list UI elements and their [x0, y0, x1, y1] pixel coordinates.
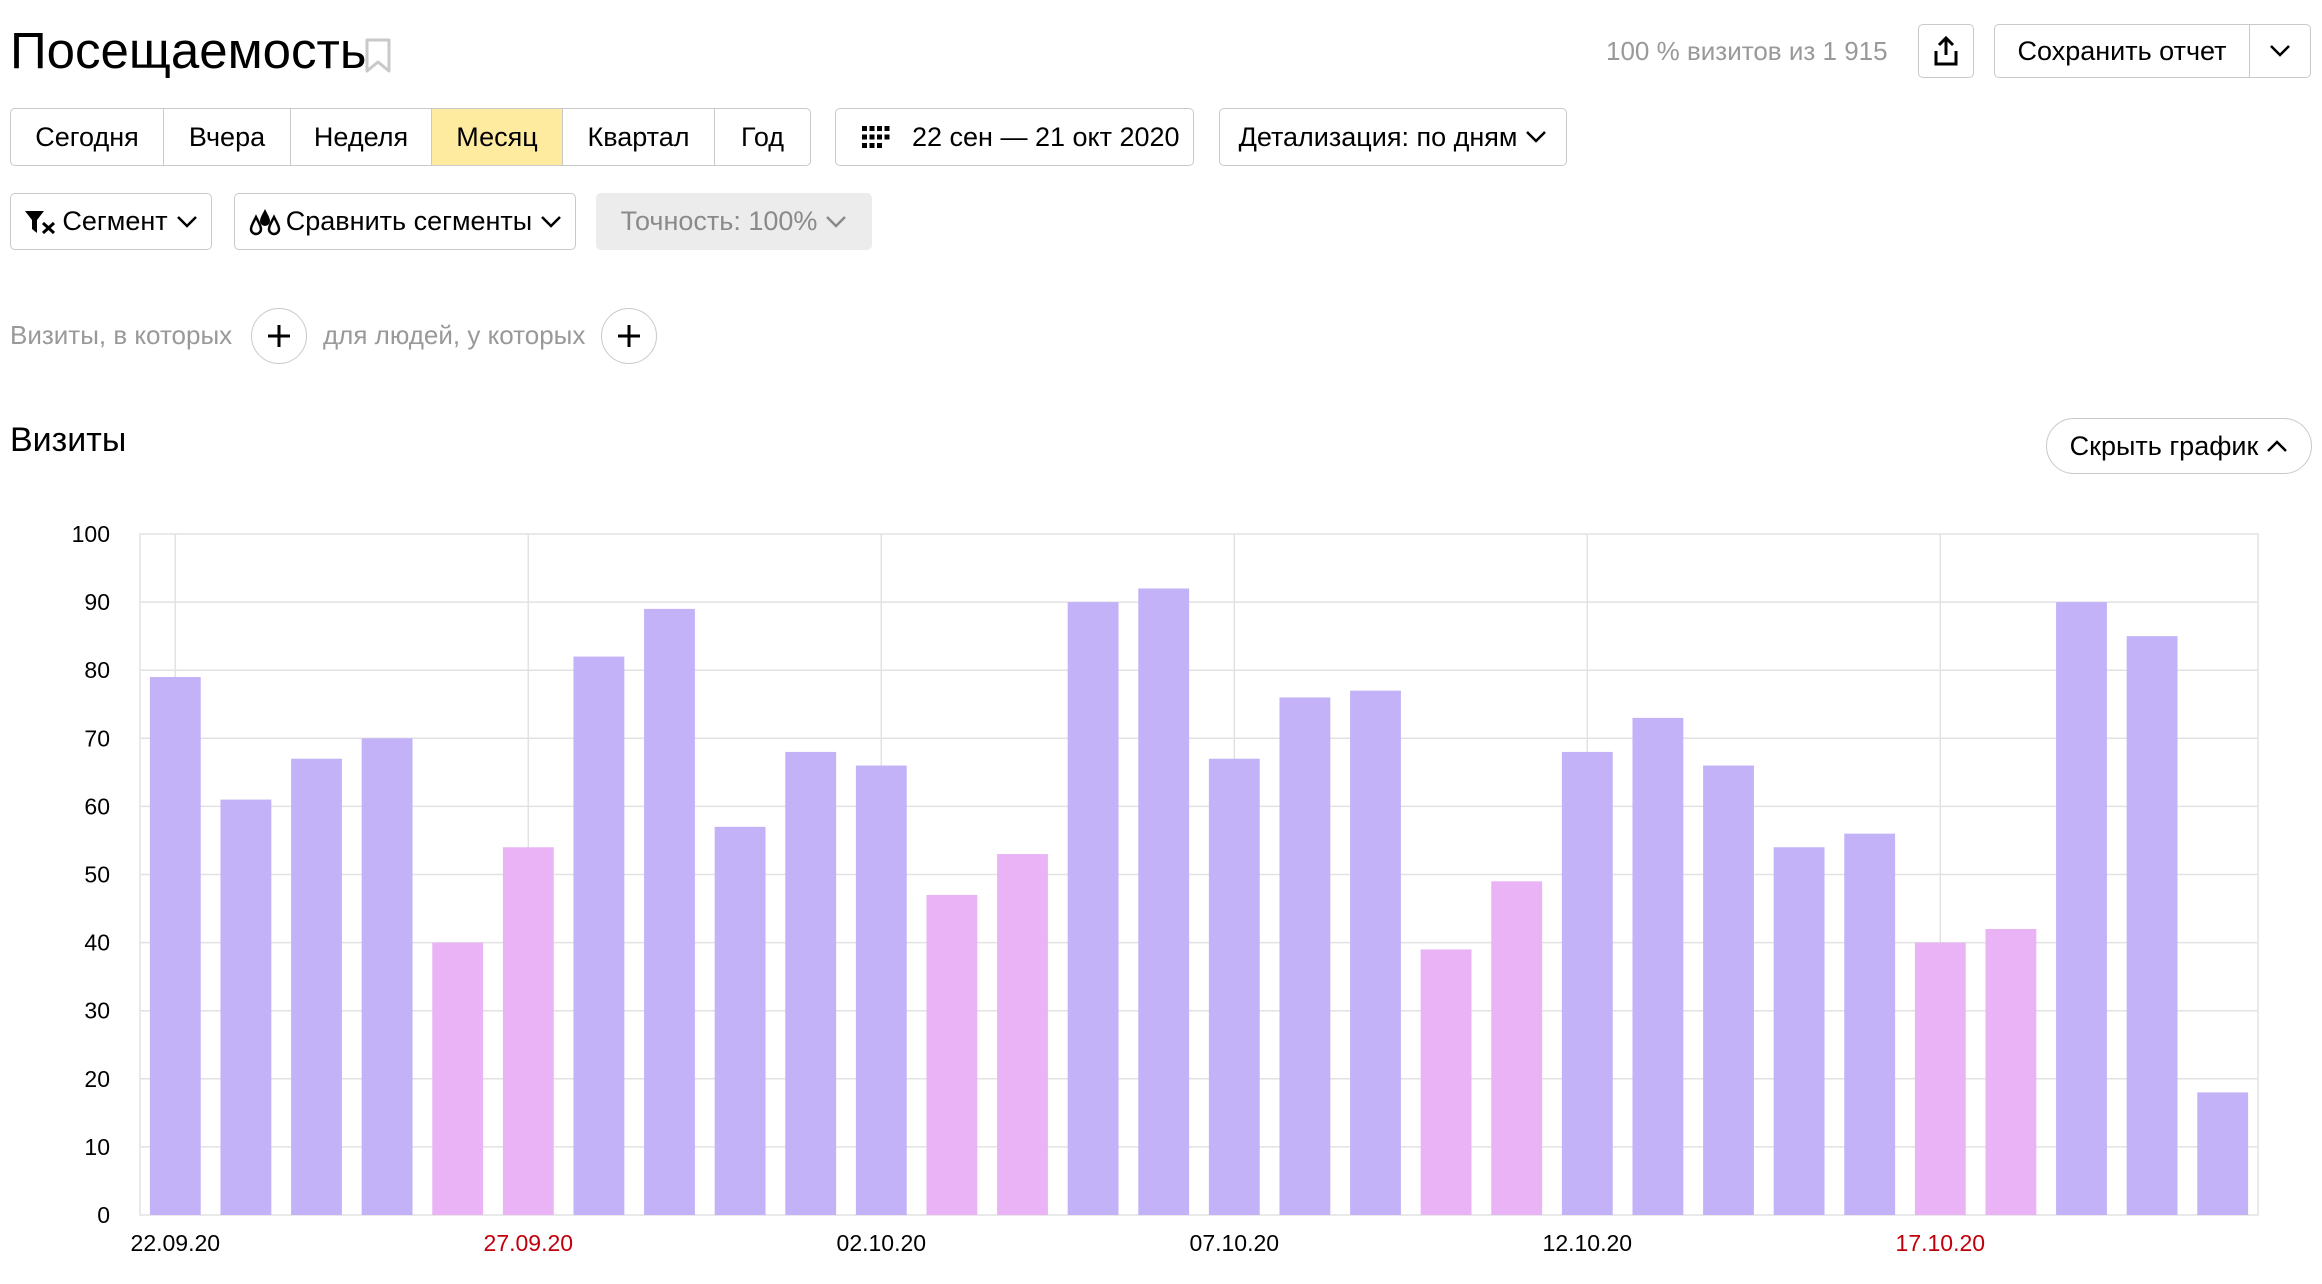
x-tick-label: 02.10.20	[837, 1230, 927, 1256]
compare-segments-dropdown[interactable]: Сравнить сегменты	[234, 193, 576, 250]
compare-drops-icon	[249, 208, 281, 235]
bar	[644, 608, 695, 1215]
bar	[1491, 881, 1543, 1215]
chevron-down-icon	[541, 215, 562, 228]
period-yesterday[interactable]: Вчера	[164, 109, 291, 165]
visits-share-info: 100 % визитов из 1 915	[1606, 36, 1888, 66]
visits-filter-label: Визиты, в которых	[10, 320, 233, 350]
y-tick-label: 40	[84, 930, 110, 956]
period-today[interactable]: Сегодня	[11, 109, 164, 165]
y-tick-label: 50	[84, 862, 110, 888]
period-week[interactable]: Неделя	[291, 109, 432, 165]
bar	[573, 656, 625, 1215]
bar	[291, 758, 342, 1215]
save-report-button[interactable]: Сохранить отчет	[1994, 24, 2250, 78]
chevron-up-icon	[2267, 440, 2288, 452]
accuracy-dropdown[interactable]: Точность: 100%	[596, 193, 872, 250]
bar	[1985, 928, 2037, 1215]
accuracy-label: Точность: 100%	[620, 206, 818, 236]
date-range-label: 22 сен — 21 окт 2020	[912, 121, 1180, 152]
period-month[interactable]: Месяц	[432, 109, 563, 165]
bar	[502, 847, 554, 1215]
bar	[714, 826, 766, 1215]
save-options-button[interactable]	[2249, 24, 2311, 78]
detalization-dropdown[interactable]: Детализация: по дням	[1219, 108, 1567, 166]
plus-icon	[618, 325, 640, 347]
bar	[1703, 765, 1754, 1215]
bar	[785, 751, 837, 1215]
bar	[1350, 690, 1401, 1215]
x-tick-label: 07.10.20	[1190, 1230, 1280, 1256]
add-visit-condition-button[interactable]	[251, 308, 307, 364]
bar	[149, 677, 201, 1215]
bar	[1420, 949, 1472, 1215]
bar	[1914, 942, 1966, 1215]
detalization-label: Детализация: по дням	[1238, 121, 1518, 152]
y-tick-label: 30	[84, 998, 110, 1024]
period-selector: Сегодня Вчера Неделя Месяц Квартал Год	[10, 108, 811, 166]
bar	[1067, 602, 1119, 1215]
y-tick-label: 80	[84, 657, 110, 683]
x-tick-label: 22.09.20	[131, 1230, 221, 1256]
y-tick-label: 90	[84, 589, 110, 615]
segment-filter-icon	[25, 210, 56, 234]
bar	[361, 738, 413, 1215]
plus-icon	[268, 325, 290, 347]
bar	[220, 799, 272, 1215]
chart-section-title: Визиты	[10, 421, 127, 459]
bar	[1773, 847, 1825, 1215]
period-year[interactable]: Год	[715, 109, 810, 165]
chevron-down-icon	[176, 215, 197, 228]
chevron-down-icon	[826, 215, 847, 228]
bar	[1561, 751, 1613, 1215]
share-icon	[1934, 36, 1958, 66]
chevron-down-icon	[1526, 131, 1547, 143]
y-tick-label: 70	[84, 725, 110, 751]
bar	[1632, 717, 1684, 1215]
y-tick-label: 20	[84, 1066, 110, 1092]
bar	[2056, 602, 2107, 1215]
segment-dropdown[interactable]: Сегмент	[10, 193, 212, 250]
compare-segments-label: Сравнить сегменты	[285, 206, 533, 236]
export-button[interactable]	[1918, 24, 1974, 78]
bar	[1208, 758, 1260, 1215]
bar	[926, 894, 978, 1215]
bar	[855, 765, 907, 1215]
y-tick-label: 10	[84, 1134, 110, 1160]
hide-chart-label: Скрыть график	[2069, 430, 2259, 461]
bookmark-icon[interactable]	[364, 38, 392, 74]
segment-label: Сегмент	[62, 206, 168, 236]
page-title: Посещаемость	[10, 22, 367, 79]
bar	[2197, 1092, 2249, 1215]
x-tick-label: 12.10.20	[1543, 1230, 1633, 1256]
x-tick-label: 17.10.20	[1896, 1230, 1986, 1256]
bar	[1279, 697, 1331, 1215]
bar	[1844, 833, 1896, 1215]
y-tick-label: 100	[72, 521, 110, 547]
add-people-condition-button[interactable]	[601, 308, 657, 364]
period-quarter[interactable]: Квартал	[563, 109, 715, 165]
people-filter-label: для людей, у которых	[323, 320, 586, 350]
x-tick-label: 27.09.20	[484, 1230, 574, 1256]
hide-chart-button[interactable]: Скрыть график	[2046, 418, 2312, 474]
calendar-icon	[862, 126, 890, 148]
bar	[432, 942, 484, 1215]
chevron-down-icon	[2270, 45, 2290, 57]
bar	[2126, 636, 2178, 1215]
y-tick-label: 60	[84, 793, 110, 819]
visits-bar-chart: 0 10 20 30 40 50 60 70 80 90 100 22.09.20 27.09.20 02…	[72, 521, 2259, 1256]
bar	[997, 854, 1048, 1215]
y-tick-label: 0	[97, 1202, 110, 1228]
bar	[1138, 588, 1190, 1215]
date-range-button[interactable]: 22 сен — 21 окт 2020	[835, 108, 1194, 166]
